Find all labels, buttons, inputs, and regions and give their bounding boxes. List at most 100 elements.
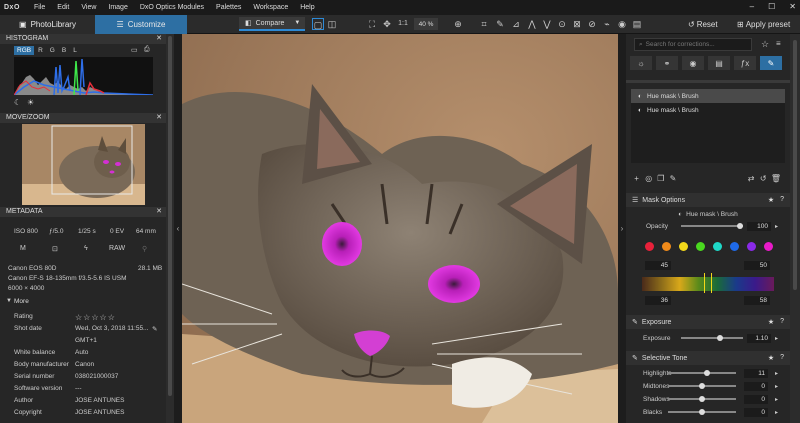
navigator-thumbnail[interactable] bbox=[22, 124, 145, 205]
edit-icon[interactable]: ✎ bbox=[152, 325, 157, 333]
midtones-value[interactable]: 0 bbox=[744, 381, 768, 391]
close-icon[interactable]: ✕ bbox=[156, 113, 162, 123]
list-item[interactable]: ◐ Hue mask \ Brush bbox=[631, 103, 785, 117]
range-left-value[interactable]: 45 bbox=[645, 261, 671, 270]
color-green[interactable] bbox=[696, 242, 705, 251]
highlights-value[interactable]: 11 bbox=[744, 368, 768, 378]
channel-rgb[interactable]: RGB bbox=[14, 46, 35, 55]
right-scrollbar[interactable] bbox=[790, 34, 800, 423]
compare-button[interactable]: ◧ Compare ▼ bbox=[239, 17, 305, 31]
tab-local-adjust-icon[interactable]: ✎ bbox=[760, 56, 782, 70]
channel-r[interactable]: R bbox=[35, 46, 46, 55]
exposure-slider[interactable] bbox=[681, 335, 743, 341]
tab-geometry-icon[interactable]: ▤ bbox=[708, 56, 730, 70]
selective-tone-header[interactable]: ✎ Selective Tone ★? bbox=[626, 351, 790, 365]
menu-workspace[interactable]: Workspace bbox=[247, 4, 294, 11]
tab-light-icon[interactable]: ☼ bbox=[630, 56, 652, 70]
range-high-value[interactable]: 58 bbox=[744, 296, 770, 305]
more-toggle[interactable]: ▼ More bbox=[0, 298, 166, 309]
channel-b[interactable]: B bbox=[59, 46, 69, 55]
range-right-value[interactable]: 50 bbox=[744, 261, 770, 270]
visibility-icon[interactable]: ◎ bbox=[644, 173, 653, 184]
help-icon[interactable]: ? bbox=[780, 196, 784, 204]
channel-g[interactable]: G bbox=[47, 46, 58, 55]
zoom-level-select[interactable]: 40 % bbox=[414, 18, 438, 30]
collapse-right-panel-button[interactable]: › bbox=[618, 34, 626, 423]
channel-l[interactable]: L bbox=[70, 46, 80, 55]
tab-effects-icon[interactable]: ƒx bbox=[734, 56, 756, 70]
star-icon[interactable]: ☆ bbox=[761, 39, 769, 50]
image-viewer[interactable] bbox=[182, 34, 618, 423]
menu-view[interactable]: View bbox=[75, 4, 102, 11]
print-icon[interactable]: ⎙ bbox=[144, 46, 150, 54]
color-orange[interactable] bbox=[662, 242, 671, 251]
close-icon[interactable]: ✕ bbox=[156, 207, 162, 217]
blacks-value[interactable]: 0 bbox=[744, 407, 768, 417]
exposure-slider-knob[interactable] bbox=[717, 335, 723, 341]
collapse-left-panel-button[interactable]: ‹ bbox=[174, 34, 182, 423]
apply-preset-button[interactable]: ⊞ Apply preset bbox=[737, 17, 800, 31]
exposure-value[interactable]: 1.10 bbox=[747, 333, 771, 343]
mask-options-header[interactable]: ☰ Mask Options ★? bbox=[626, 193, 790, 207]
metadata-header[interactable]: METADATA ✕ bbox=[0, 207, 166, 217]
edit-mask-icon[interactable]: ✎ bbox=[668, 173, 677, 184]
movezoom-header[interactable]: MOVE/ZOOM ✕ bbox=[0, 113, 166, 123]
delete-icon[interactable]: 🗑 bbox=[771, 173, 781, 184]
side-by-side-icon[interactable]: ◫ bbox=[326, 18, 338, 30]
menu-optics-modules[interactable]: DxO Optics Modules bbox=[134, 4, 210, 11]
shadow-clip-icon[interactable]: ☾ bbox=[14, 98, 21, 107]
monitor-icon[interactable]: ▭ bbox=[131, 46, 138, 54]
range-low-value[interactable]: 36 bbox=[645, 296, 671, 305]
tab-customize[interactable]: ☰ Customize bbox=[95, 15, 187, 34]
maximize-button[interactable]: ☐ bbox=[768, 2, 775, 11]
color-purple[interactable] bbox=[747, 242, 756, 251]
reset-icon[interactable]: ↺ bbox=[759, 173, 768, 184]
single-view-icon[interactable]: ▢ bbox=[312, 18, 324, 30]
eye-icon[interactable]: ◉ bbox=[616, 18, 628, 30]
shadows-value[interactable]: 0 bbox=[744, 394, 768, 404]
local-adjust-icon[interactable]: ⌁ bbox=[601, 18, 613, 30]
crop-icon[interactable]: ⌗ bbox=[478, 18, 490, 30]
opacity-slider-knob[interactable] bbox=[737, 223, 743, 229]
menu-icon[interactable]: ≡ bbox=[776, 39, 781, 48]
left-scrollbar[interactable] bbox=[166, 34, 174, 423]
fit-screen-icon[interactable]: ⛶ bbox=[366, 18, 378, 30]
chevron-right-icon[interactable]: ▸ bbox=[775, 409, 778, 416]
volume-icon[interactable]: ⋁ bbox=[541, 18, 553, 30]
chevron-right-icon[interactable]: ▸ bbox=[775, 223, 778, 230]
star-icon[interactable]: ★ bbox=[768, 196, 774, 204]
list-item[interactable]: ◐ Hue mask \ Brush bbox=[631, 89, 785, 103]
exposure-header[interactable]: ✎ Exposure ★? bbox=[626, 315, 790, 329]
duplicate-icon[interactable]: ❐ bbox=[656, 173, 665, 184]
search-input[interactable]: ⌕ Search for corrections... bbox=[634, 38, 752, 51]
color-red[interactable] bbox=[645, 242, 654, 251]
red-eye-icon[interactable]: ⊙ bbox=[556, 18, 568, 30]
histogram-header[interactable]: HISTOGRAM ✕ bbox=[0, 34, 166, 44]
highlights-slider[interactable] bbox=[668, 370, 736, 376]
brush-icon[interactable]: ⊘ bbox=[586, 18, 598, 30]
opacity-value[interactable]: 100 bbox=[747, 221, 771, 231]
tab-photolibrary[interactable]: ▣ PhotoLibrary bbox=[0, 15, 95, 34]
color-magenta[interactable] bbox=[764, 242, 773, 251]
menu-help[interactable]: Help bbox=[294, 4, 320, 11]
chevron-right-icon[interactable]: ▸ bbox=[775, 370, 778, 377]
menu-palettes[interactable]: Palettes bbox=[210, 4, 247, 11]
zoom-in-icon[interactable]: ⊕ bbox=[452, 18, 464, 30]
help-icon[interactable]: ? bbox=[780, 354, 784, 362]
tab-detail-icon[interactable]: ◉ bbox=[682, 56, 704, 70]
close-icon[interactable]: ✕ bbox=[156, 34, 162, 44]
hue-range-handle[interactable] bbox=[704, 273, 712, 293]
copy-settings-icon[interactable]: ⇄ bbox=[747, 173, 756, 184]
repair-icon[interactable]: ⊠ bbox=[571, 18, 583, 30]
minimize-button[interactable]: – bbox=[750, 2, 754, 11]
tab-color-icon[interactable]: ⚭ bbox=[656, 56, 678, 70]
move-icon[interactable]: ✥ bbox=[381, 18, 393, 30]
menu-edit[interactable]: Edit bbox=[51, 4, 75, 11]
chevron-right-icon[interactable]: ▸ bbox=[775, 335, 778, 342]
overlay-icon[interactable]: ▤ bbox=[631, 18, 643, 30]
horizon-icon[interactable]: ⊿ bbox=[510, 18, 522, 30]
opacity-slider[interactable] bbox=[681, 223, 743, 229]
star-icon[interactable]: ★ bbox=[768, 354, 774, 362]
help-icon[interactable]: ? bbox=[780, 318, 784, 326]
star-icon[interactable]: ★ bbox=[768, 318, 774, 326]
